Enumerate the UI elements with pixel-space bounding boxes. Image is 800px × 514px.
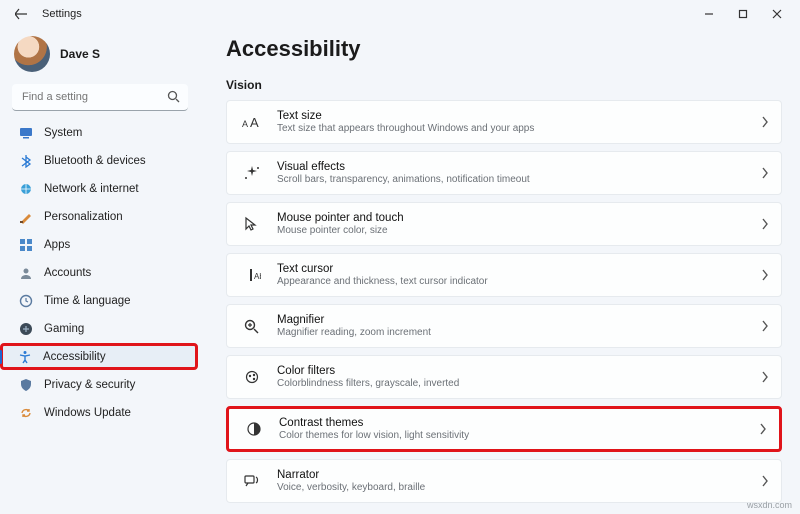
chevron-right-icon: [761, 116, 769, 128]
system-icon: [18, 125, 34, 141]
sidebar-nav: System Bluetooth & devices Network & int…: [8, 119, 192, 426]
section-heading: Vision: [226, 78, 782, 92]
back-button[interactable]: [10, 3, 32, 25]
card-text-cursor[interactable]: Ab Text cursor Appearance and thickness,…: [226, 253, 782, 297]
card-title: Contrast themes: [279, 417, 759, 429]
card-desc: Colorblindness filters, grayscale, inver…: [277, 378, 761, 389]
sidebar-item-label: Time & language: [44, 295, 131, 307]
text-size-icon: AA: [239, 112, 265, 132]
sidebar-item-label: Apps: [44, 239, 70, 251]
chevron-right-icon: [761, 167, 769, 179]
sidebar-item-bluetooth[interactable]: Bluetooth & devices: [8, 147, 192, 174]
sidebar-item-label: Accessibility: [43, 351, 106, 363]
update-icon: [18, 405, 34, 421]
sparkle-icon: [239, 163, 265, 183]
personalization-icon: [18, 209, 34, 225]
card-title: Visual effects: [277, 161, 761, 173]
sidebar-item-personalization[interactable]: Personalization: [8, 203, 192, 230]
sidebar-item-time[interactable]: Time & language: [8, 287, 192, 314]
privacy-icon: [18, 377, 34, 393]
chevron-right-icon: [761, 475, 769, 487]
sidebar-item-system[interactable]: System: [8, 119, 192, 146]
card-desc: Scroll bars, transparency, animations, n…: [277, 174, 761, 185]
close-button[interactable]: [760, 2, 794, 26]
sidebar-item-label: Windows Update: [44, 407, 131, 419]
sidebar-item-update[interactable]: Windows Update: [8, 399, 192, 426]
gaming-icon: [18, 321, 34, 337]
apps-icon: [18, 237, 34, 253]
card-title: Narrator: [277, 469, 761, 481]
contrast-icon: [241, 419, 267, 439]
sidebar-item-network[interactable]: Network & internet: [8, 175, 192, 202]
watermark: wsxdn.com: [747, 500, 792, 510]
sidebar-item-label: Accounts: [44, 267, 91, 279]
sidebar-item-accessibility[interactable]: Accessibility: [0, 343, 198, 370]
settings-list: AA Text size Text size that appears thro…: [226, 100, 782, 503]
window-controls: [692, 2, 794, 26]
card-contrast-themes[interactable]: Contrast themes Color themes for low vis…: [226, 406, 782, 452]
sidebar-item-accounts[interactable]: Accounts: [8, 259, 192, 286]
chevron-right-icon: [761, 320, 769, 332]
avatar: [14, 36, 50, 72]
main-content: Accessibility Vision AA Text size Text s…: [198, 28, 800, 514]
text-cursor-icon: Ab: [239, 265, 265, 285]
sidebar-item-label: Gaming: [44, 323, 84, 335]
sidebar-item-label: Personalization: [44, 211, 123, 223]
page-title: Accessibility: [226, 36, 782, 62]
sidebar-item-gaming[interactable]: Gaming: [8, 315, 192, 342]
card-color-filters[interactable]: Color filters Colorblindness filters, gr…: [226, 355, 782, 399]
titlebar: Settings: [0, 0, 800, 28]
svg-text:A: A: [250, 115, 259, 130]
accessibility-icon: [17, 349, 33, 365]
card-desc: Magnifier reading, zoom increment: [277, 327, 761, 338]
card-text-size[interactable]: AA Text size Text size that appears thro…: [226, 100, 782, 144]
minimize-button[interactable]: [692, 2, 726, 26]
card-desc: Voice, verbosity, keyboard, braille: [277, 482, 761, 493]
card-desc: Color themes for low vision, light sensi…: [279, 430, 759, 441]
card-mouse-pointer[interactable]: Mouse pointer and touch Mouse pointer co…: [226, 202, 782, 246]
sidebar-item-label: Network & internet: [44, 183, 139, 195]
mouse-pointer-icon: [239, 214, 265, 234]
card-magnifier[interactable]: Magnifier Magnifier reading, zoom increm…: [226, 304, 782, 348]
search-field[interactable]: [12, 84, 188, 111]
clock-icon: [18, 293, 34, 309]
chevron-right-icon: [761, 269, 769, 281]
accounts-icon: [18, 265, 34, 281]
user-name: Dave S: [60, 47, 100, 61]
svg-text:Ab: Ab: [254, 272, 261, 281]
sidebar-item-label: Bluetooth & devices: [44, 155, 146, 167]
narrator-icon: [239, 471, 265, 491]
user-block[interactable]: Dave S: [8, 34, 192, 80]
svg-text:A: A: [242, 119, 248, 129]
card-title: Magnifier: [277, 314, 761, 326]
card-visual-effects[interactable]: Visual effects Scroll bars, transparency…: [226, 151, 782, 195]
card-title: Text cursor: [277, 263, 761, 275]
card-desc: Text size that appears throughout Window…: [277, 123, 761, 134]
card-narrator[interactable]: Narrator Voice, verbosity, keyboard, bra…: [226, 459, 782, 503]
sidebar-item-label: Privacy & security: [44, 379, 135, 391]
color-filters-icon: [239, 367, 265, 387]
card-desc: Mouse pointer color, size: [277, 225, 761, 236]
card-title: Mouse pointer and touch: [277, 212, 761, 224]
chevron-right-icon: [759, 423, 767, 435]
network-icon: [18, 181, 34, 197]
search-icon: [167, 90, 180, 103]
search-input[interactable]: [12, 84, 188, 111]
sidebar: Dave S System Bluetooth & devices Networ…: [0, 28, 198, 514]
card-title: Color filters: [277, 365, 761, 377]
card-title: Text size: [277, 110, 761, 122]
maximize-button[interactable]: [726, 2, 760, 26]
sidebar-item-privacy[interactable]: Privacy & security: [8, 371, 192, 398]
chevron-right-icon: [761, 218, 769, 230]
sidebar-item-label: System: [44, 127, 82, 139]
card-desc: Appearance and thickness, text cursor in…: [277, 276, 761, 287]
bluetooth-icon: [18, 153, 34, 169]
magnifier-icon: [239, 316, 265, 336]
sidebar-item-apps[interactable]: Apps: [8, 231, 192, 258]
chevron-right-icon: [761, 371, 769, 383]
window-title: Settings: [42, 8, 82, 20]
